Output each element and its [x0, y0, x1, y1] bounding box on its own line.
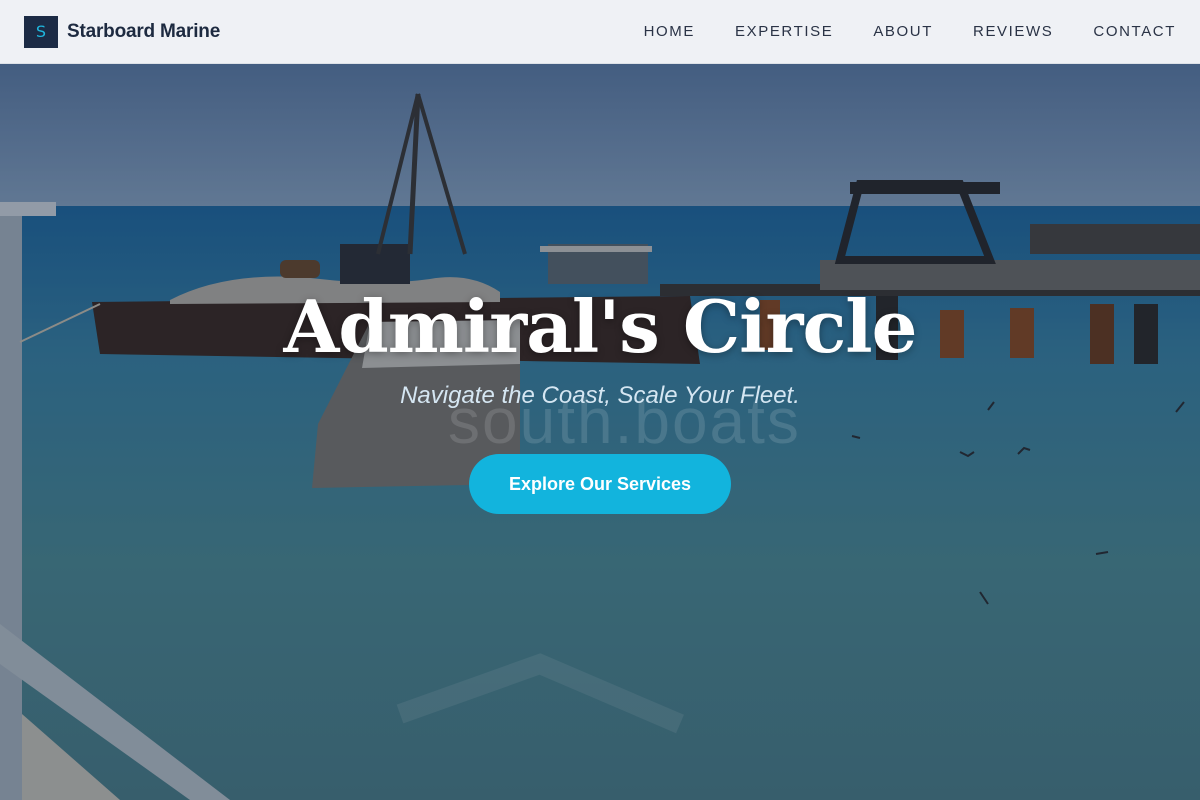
logo-icon: S	[24, 15, 58, 48]
site-header: S Starboard Marine HOME EXPERTISE ABOUT …	[0, 0, 1200, 64]
hero-subtitle: Navigate the Coast, Scale Your Fleet.	[400, 382, 800, 409]
nav-expertise[interactable]: EXPERTISE	[735, 23, 833, 40]
nav-about[interactable]: ABOUT	[873, 23, 933, 40]
nav-home[interactable]: HOME	[644, 23, 695, 40]
logo-letter: S	[35, 22, 47, 41]
explore-services-button[interactable]: Explore Our Services	[469, 454, 731, 514]
brand[interactable]: S Starboard Marine	[24, 15, 221, 48]
brand-name: Starboard Marine	[67, 20, 221, 42]
nav-contact[interactable]: CONTACT	[1093, 23, 1176, 40]
nav-reviews[interactable]: REVIEWS	[973, 23, 1053, 40]
main-nav: HOME EXPERTISE ABOUT REVIEWS CONTACT	[644, 23, 1176, 40]
hero-title: Admiral's Circle	[283, 284, 918, 369]
hero-section: south.boats Admiral's Circle Navigate th…	[0, 64, 1200, 800]
